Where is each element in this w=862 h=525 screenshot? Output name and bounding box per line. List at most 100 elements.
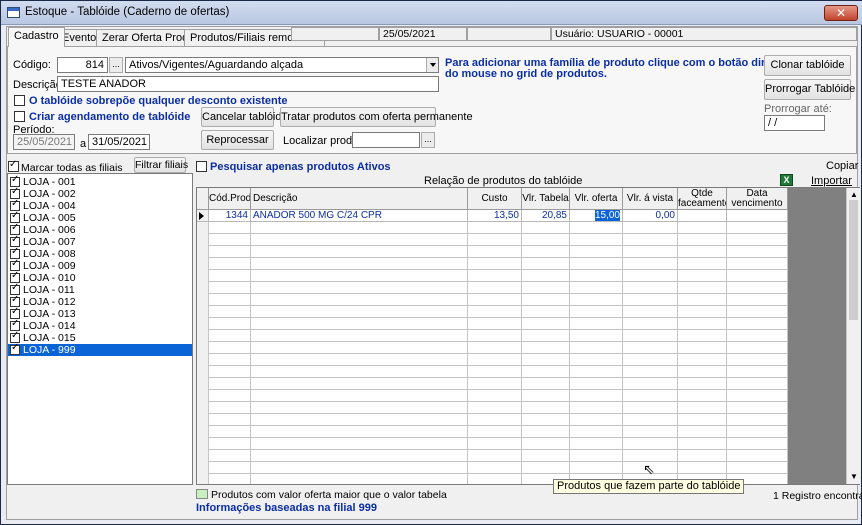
grid-col-line bbox=[622, 222, 623, 484]
list-item[interactable]: LOJA - 010 bbox=[8, 270, 192, 284]
list-item[interactable]: LOJA - 008 bbox=[8, 246, 192, 260]
localizar-input[interactable] bbox=[352, 132, 420, 148]
filiais-list[interactable]: LOJA - 001 LOJA - 002 LOJA - 004 LOJA - … bbox=[7, 173, 193, 485]
col-header-oferta[interactable]: Vlr. oferta bbox=[570, 188, 623, 210]
scroll-thumb[interactable] bbox=[849, 200, 858, 320]
periodo-inicio-input[interactable]: 25/05/2021 bbox=[13, 134, 75, 150]
cell-oferta[interactable]: 15,00 bbox=[570, 210, 623, 222]
codigo-lookup-button[interactable]: ... bbox=[109, 57, 123, 73]
grid-row-line bbox=[197, 305, 788, 306]
list-item[interactable]: LOJA - 002 bbox=[8, 186, 192, 200]
list-item[interactable]: LOJA - 001 bbox=[8, 174, 192, 188]
produtos-grid[interactable]: Cód.Prod. Descrição Custo Grupo Vlr. Tab… bbox=[196, 187, 860, 485]
cell-custo[interactable]: 13,50 bbox=[468, 210, 522, 222]
clonar-tabloide-button[interactable]: Clonar tablóide bbox=[764, 55, 851, 76]
reprocessar-button[interactable]: Reprocessar bbox=[201, 130, 274, 150]
tooltip: Produtos que fazem parte do tablóide bbox=[553, 479, 745, 494]
info-filial: Informações baseadas na filial 999 bbox=[196, 502, 377, 514]
filial-label: LOJA - 999 bbox=[23, 344, 76, 356]
grid-empty-rows[interactable] bbox=[197, 222, 788, 484]
list-item[interactable]: LOJA - 011 bbox=[8, 282, 192, 296]
col-header-cod[interactable]: Cód.Prod. bbox=[209, 188, 251, 210]
agendamento-label: Criar agendamento de tablóide bbox=[29, 111, 191, 123]
mouse-cursor-icon: ⇖ bbox=[643, 461, 655, 477]
filial-label: LOJA - 001 bbox=[23, 176, 76, 188]
localizar-lookup-button[interactable]: ... bbox=[421, 132, 435, 148]
col-header-data[interactable]: Data vencimento bbox=[727, 188, 788, 210]
chevron-down-icon[interactable] bbox=[426, 58, 438, 72]
filial-label: LOJA - 002 bbox=[23, 188, 76, 200]
col-header-descricao[interactable]: Descrição bbox=[251, 188, 468, 210]
scroll-down-icon[interactable]: ▼ bbox=[850, 472, 858, 481]
tab-cadastro[interactable]: Cadastro bbox=[8, 27, 65, 47]
grid-row-line bbox=[197, 461, 788, 462]
status-date: 25/05/2021 bbox=[379, 27, 467, 41]
tratar-produtos-button[interactable]: Tratar produtos com oferta permanente bbox=[280, 107, 473, 127]
list-item[interactable]: LOJA - 014 bbox=[8, 318, 192, 332]
grid-row-line bbox=[197, 353, 788, 354]
cell-tabela[interactable]: 20,85 bbox=[522, 210, 570, 222]
scroll-up-icon[interactable]: ▲ bbox=[850, 190, 858, 199]
pesquisar-ativos-checkbox[interactable] bbox=[196, 161, 207, 172]
cell-data[interactable] bbox=[727, 210, 788, 222]
list-item-selected[interactable]: LOJA - 999 bbox=[8, 342, 192, 356]
filial-checkbox[interactable] bbox=[10, 342, 20, 355]
status-select[interactable]: Ativos/Vigentes/Aguardando alçada bbox=[125, 57, 439, 73]
importar-button[interactable]: Importar bbox=[811, 175, 852, 187]
list-item[interactable]: LOJA - 009 bbox=[8, 258, 192, 272]
excel-icon[interactable]: X bbox=[780, 174, 793, 186]
grid-row-line bbox=[197, 317, 788, 318]
app-window-icon bbox=[7, 7, 20, 18]
grid-col-line bbox=[726, 222, 727, 484]
prorrogar-ate-label: Prorrogar até: bbox=[764, 103, 832, 115]
col-header-tabela[interactable]: Vlr. Tabela bbox=[522, 188, 570, 210]
close-button[interactable]: ✕ bbox=[824, 5, 858, 21]
cancelar-tabloide-button[interactable]: Cancelar tablóide bbox=[201, 107, 288, 127]
pesquisar-ativos-label: Pesquisar apenas produtos Ativos bbox=[210, 161, 391, 173]
codigo-label: Código: bbox=[13, 59, 51, 71]
col-header-avista[interactable]: Vlr. á vista bbox=[623, 188, 678, 210]
col-header-custo[interactable]: Custo Grupo bbox=[468, 188, 522, 210]
cell-avista[interactable]: 0,00 bbox=[623, 210, 678, 222]
agendamento-checkbox[interactable] bbox=[14, 111, 25, 122]
cell-descricao[interactable]: ANADOR 500 MG C/24 CPR bbox=[251, 210, 468, 222]
main-window: Estoque - Tablóide (Caderno de ofertas) … bbox=[0, 0, 862, 525]
grid-row-line bbox=[197, 293, 788, 294]
codigo-input[interactable]: 814 bbox=[57, 57, 108, 73]
hint-line-2: do mouse no grid de produtos. bbox=[445, 68, 607, 80]
list-item[interactable]: LOJA - 015 bbox=[8, 330, 192, 344]
grid-row-line bbox=[197, 473, 788, 474]
list-item[interactable]: LOJA - 007 bbox=[8, 234, 192, 248]
prorrogar-ate-input[interactable]: / / bbox=[764, 115, 825, 131]
list-item[interactable]: LOJA - 005 bbox=[8, 210, 192, 224]
grid-col-line bbox=[467, 222, 468, 484]
grid-col-line bbox=[677, 222, 678, 484]
grid-row-line bbox=[197, 437, 788, 438]
prorrogar-tabloide-button[interactable]: Prorrogar Tablóide bbox=[764, 79, 855, 100]
row-indicator bbox=[197, 210, 209, 222]
filial-label: LOJA - 009 bbox=[23, 260, 76, 272]
descricao-input[interactable]: TESTE ANADOR bbox=[57, 76, 439, 92]
filial-label: LOJA - 012 bbox=[23, 296, 76, 308]
grid-col-line bbox=[521, 222, 522, 484]
filial-label: LOJA - 011 bbox=[23, 284, 75, 296]
grid-row-line bbox=[197, 377, 788, 378]
list-item[interactable]: LOJA - 004 bbox=[8, 198, 192, 212]
marcar-todas-checkbox[interactable] bbox=[8, 159, 19, 172]
col-header-qtde[interactable]: Qtde faceamento bbox=[678, 188, 727, 210]
copiar-button[interactable]: Copiar bbox=[826, 160, 858, 172]
periodo-fim-input[interactable]: 31/05/2021 bbox=[88, 134, 150, 150]
list-item[interactable]: LOJA - 012 bbox=[8, 294, 192, 308]
sobrepoe-checkbox[interactable] bbox=[14, 95, 25, 106]
filial-label: LOJA - 007 bbox=[23, 236, 76, 248]
filtrar-filiais-button[interactable]: Filtrar filiais bbox=[134, 157, 188, 173]
cell-cod[interactable]: 1344 bbox=[209, 210, 251, 222]
grid-indicator-header bbox=[197, 188, 209, 210]
grid-scrollbar[interactable]: ▲ ▼ bbox=[846, 188, 860, 484]
grid-row-line bbox=[197, 257, 788, 258]
grid-row-line bbox=[197, 389, 788, 390]
grid-row-line bbox=[197, 425, 788, 426]
cell-qtde[interactable] bbox=[678, 210, 727, 222]
list-item[interactable]: LOJA - 006 bbox=[8, 222, 192, 236]
list-item[interactable]: LOJA - 013 bbox=[8, 306, 192, 320]
